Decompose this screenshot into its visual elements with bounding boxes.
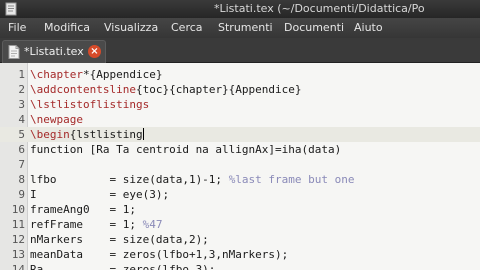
line-number: 14 — [11, 263, 25, 270]
code-text: frameAng0 = 1; — [30, 203, 136, 216]
code-text: function [Ra Ta centroid na allignAx]=ih… — [30, 143, 342, 156]
code-text: {lstlisting — [69, 128, 143, 141]
code-text: *{Appendice} — [82, 68, 163, 81]
window-title: *Listati.tex (~/Documenti/Didattica/Po — [214, 2, 425, 15]
code-line: 13 meanData = zeros(lfbo+1,3,nMarkers); — [0, 247, 480, 262]
window-titlebar: *Listati.tex (~/Documenti/Didattica/Po — [0, 0, 480, 18]
code-line: 14 Ra = zeros(lfbo,3); — [0, 262, 480, 270]
close-tab-icon[interactable]: × — [88, 45, 101, 58]
document-icon — [8, 45, 20, 59]
document-tabbar: *Listati.tex × — [0, 38, 480, 63]
code-text: nMarkers = size(data,2); — [30, 233, 209, 246]
menu-documenti[interactable]: Documenti — [284, 21, 344, 34]
menu-modifica[interactable]: Modifica — [44, 21, 90, 34]
text-editor[interactable]: 1 \chapter*{Appendice} 2 \addcontentslin… — [0, 63, 480, 270]
menu-bar: File Modifica Visualizza Cerca Strumenti… — [0, 18, 480, 38]
line-number: 8 — [18, 173, 25, 186]
code-line: 2 \addcontentsline{toc}{chapter}{Appendi… — [0, 82, 480, 97]
code-line: 12 nMarkers = size(data,2); — [0, 232, 480, 247]
tab-listati[interactable]: *Listati.tex × — [2, 40, 106, 63]
code-line: 7 — [0, 157, 480, 172]
code-line: 8 lfbo = size(data,1)-1; %last frame but… — [0, 172, 480, 187]
latex-command: \begin — [30, 128, 70, 141]
latex-command: \chapter — [30, 68, 83, 81]
code-comment: %47 — [142, 218, 163, 231]
menu-aiuto[interactable]: Aiuto — [354, 21, 383, 34]
code-text: I = eye(3); — [30, 188, 170, 201]
code-text: Ra = zeros(lfbo,3); — [30, 263, 216, 270]
text-cursor — [142, 128, 144, 140]
line-number: 6 — [18, 143, 25, 156]
line-number: 1 — [18, 68, 25, 81]
code-line: 3 \lstlistoflistings — [0, 97, 480, 112]
code-line: 11 refFrame = 1; %47 — [0, 217, 480, 232]
line-number: 4 — [18, 113, 25, 126]
line-number: 7 — [18, 158, 25, 171]
menu-cerca[interactable]: Cerca — [171, 21, 203, 34]
code-text: meanData = zeros(lfbo+1,3,nMarkers); — [30, 248, 289, 261]
code-line: 4 \newpage — [0, 112, 480, 127]
menu-file[interactable]: File — [8, 21, 26, 34]
code-line: 6 function [Ra Ta centroid na allignAx]=… — [0, 142, 480, 157]
code-text: {toc}{chapter}{Appendice} — [135, 83, 302, 96]
line-number: 2 — [18, 83, 25, 96]
code-line: 10 frameAng0 = 1; — [0, 202, 480, 217]
line-number: 12 — [11, 233, 25, 246]
code-text: refFrame = 1; — [30, 218, 143, 231]
code-comment: %last frame but one — [228, 173, 355, 186]
line-number: 13 — [11, 248, 25, 261]
code-text: lfbo = size(data,1)-1; — [30, 173, 229, 186]
gedit-app-icon — [5, 2, 17, 16]
tab-label: *Listati.tex — [24, 45, 84, 58]
latex-command: \newpage — [30, 113, 83, 126]
latex-command: \addcontentsline — [30, 83, 136, 96]
menu-visualizza[interactable]: Visualizza — [104, 21, 158, 34]
line-number: 10 — [11, 203, 25, 216]
line-number: 9 — [18, 188, 25, 201]
code-line: 9 I = eye(3); — [0, 187, 480, 202]
line-number: 11 — [11, 218, 25, 231]
line-number: 3 — [18, 98, 25, 111]
current-code-line: 5 \begin{lstlisting — [0, 127, 480, 142]
menu-strumenti[interactable]: Strumenti — [218, 21, 273, 34]
latex-command: \lstlistoflistings — [30, 98, 150, 111]
code-line: 1 \chapter*{Appendice} — [0, 67, 480, 82]
line-number: 5 — [18, 128, 25, 141]
